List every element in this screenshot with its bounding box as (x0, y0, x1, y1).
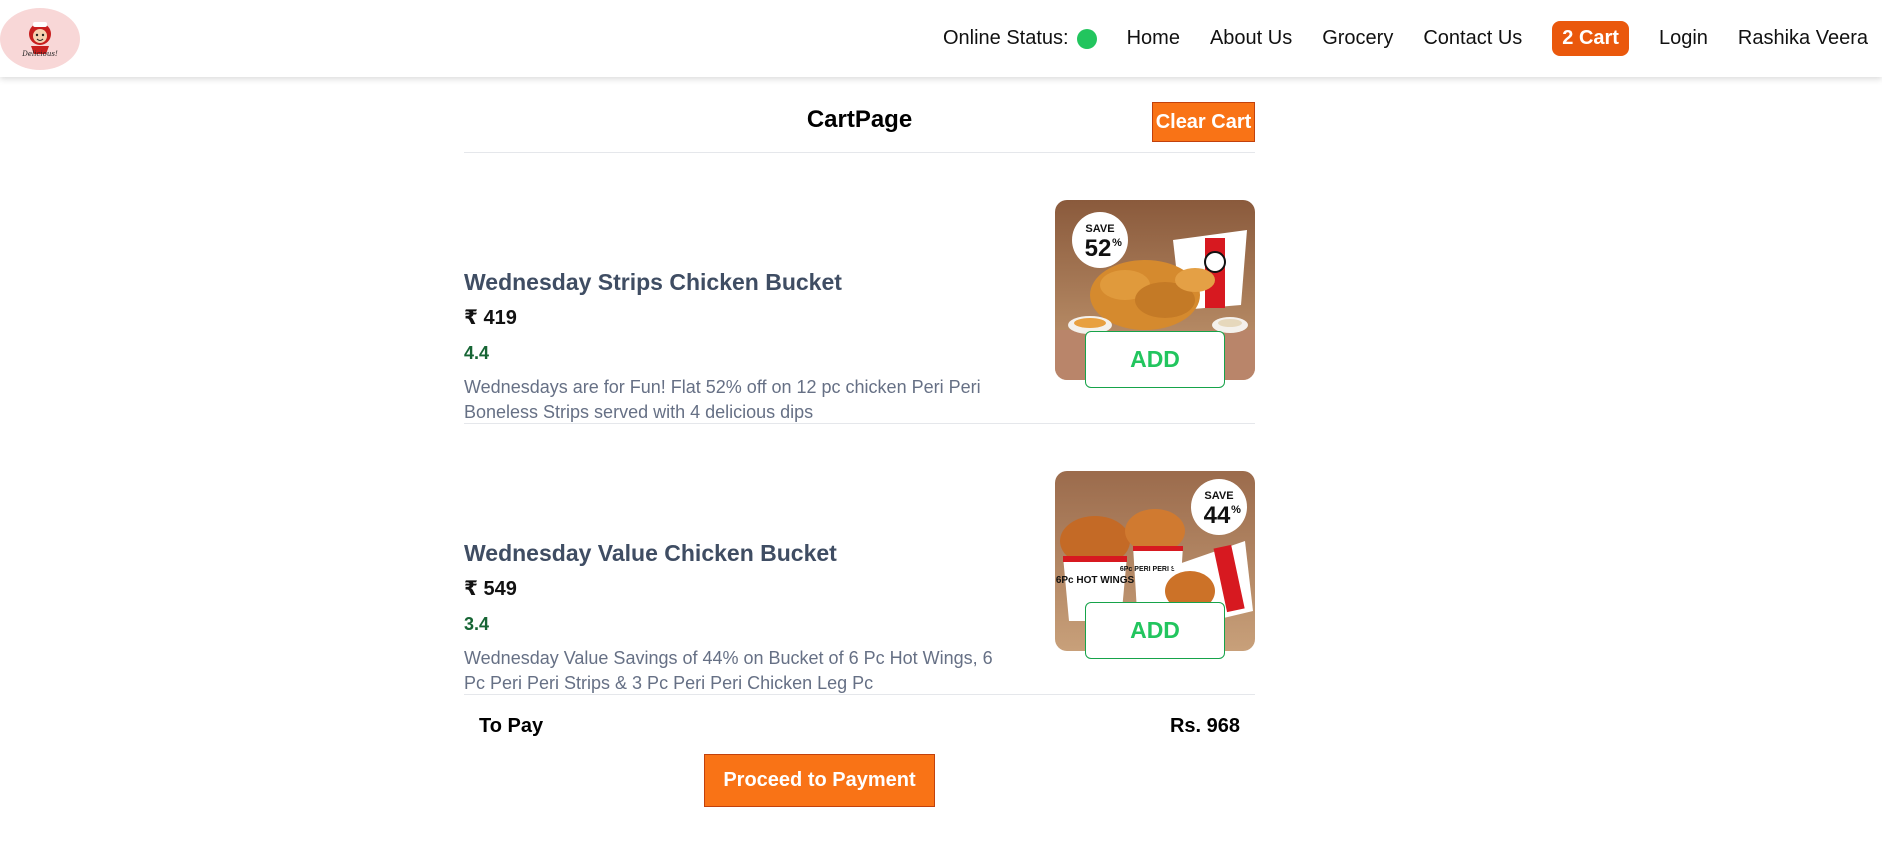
item-rating: 3.4 (464, 614, 490, 634)
nav-contact-link[interactable]: Contact Us (1423, 27, 1522, 50)
save-badge-label: SAVE (1204, 490, 1233, 502)
save-badge-value: 52 (1085, 235, 1112, 262)
nav-cart-button[interactable]: 2 Cart (1552, 21, 1629, 56)
save-badge-value: 44 (1204, 502, 1231, 529)
cart-header: CartPage Clear Cart (464, 96, 1255, 153)
item-name: Wednesday Value Chicken Bucket (464, 540, 837, 566)
save-badge-percent: % (1112, 237, 1122, 249)
clear-cart-button[interactable]: Clear Cart (1152, 102, 1255, 142)
to-pay-amount: Rs. 968 (1169, 715, 1240, 737)
logo[interactable]: Delicious! (0, 7, 80, 70)
logo-text: Delicious! (22, 49, 58, 58)
proceed-to-payment-button[interactable]: Proceed to Payment (704, 754, 935, 807)
cart-container: CartPage Clear Cart Wednesday Strips Chi… (464, 96, 1255, 761)
item-rating: 4.4 (464, 343, 490, 363)
bucket-label: 6Pc HOT WINGS (1056, 575, 1135, 586)
cart-item: Wednesday Strips Chicken Bucket ₹ 419 4.… (464, 153, 1255, 424)
item-price: ₹ 419 (464, 307, 517, 329)
save-badge-label: SAVE (1085, 223, 1114, 235)
save-badge-percent: % (1231, 504, 1241, 516)
page-title: CartPage (806, 106, 913, 133)
item-description: Wednesdays are for Fun! Flat 52% off on … (464, 377, 981, 422)
online-status: Online Status: (943, 27, 1097, 50)
top-navbar: Delicious! Online Status: Home About Us … (0, 0, 1882, 77)
nav-login-button[interactable]: Login (1659, 27, 1708, 50)
nav-menu: Online Status: Home About Us Grocery Con… (913, 21, 1868, 56)
user-name: Rashika Veera (1737, 27, 1868, 49)
item-price: ₹ 549 (464, 578, 517, 600)
cart-item: Wednesday Value Chicken Bucket ₹ 549 3.4… (464, 424, 1255, 695)
to-pay-row: To Pay Rs. 968 (464, 695, 1255, 761)
online-status-dot-icon (1076, 28, 1097, 49)
nav-grocery-link[interactable]: Grocery (1322, 27, 1393, 50)
add-button[interactable]: ADD (1085, 331, 1225, 388)
nav-about-link[interactable]: About Us (1210, 27, 1292, 50)
nav-home-link[interactable]: Home (1127, 27, 1180, 50)
item-description: Wednesday Value Savings of 44% on Bucket… (464, 648, 993, 693)
item-name: Wednesday Strips Chicken Bucket (464, 269, 842, 295)
to-pay-label: To Pay (479, 715, 544, 737)
online-status-label: Online Status: (942, 27, 1069, 49)
add-button[interactable]: ADD (1085, 602, 1225, 659)
